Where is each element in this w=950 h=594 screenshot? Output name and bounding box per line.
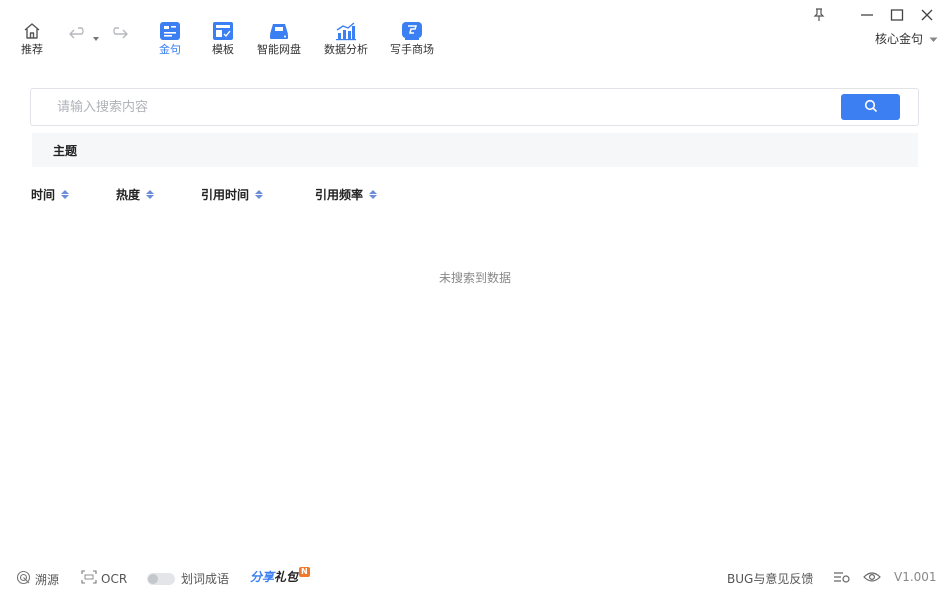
- nav-templates-label: 模板: [212, 43, 234, 56]
- nav-writer-mall[interactable]: 写手商场: [390, 20, 434, 57]
- redo-icon: [107, 26, 129, 46]
- search-input[interactable]: [31, 89, 831, 125]
- window-controls: [810, 6, 936, 26]
- search-icon: [864, 98, 878, 117]
- bottom-bar: 溯源 OCR 划词成语 分享 礼包 N BUG与意见反馈 V1.001: [0, 566, 950, 590]
- nav-writer-mall-label: 写手商场: [390, 43, 434, 56]
- reading-mode-button[interactable]: [833, 570, 851, 587]
- history-dropdown-icon[interactable]: [92, 27, 100, 46]
- nav-templates[interactable]: 模板: [211, 20, 235, 57]
- template-icon: [211, 20, 235, 42]
- nav-quotes-label: 金句: [159, 43, 181, 56]
- sort-citation-time-label: 引用时间: [201, 188, 250, 202]
- sort-time-label: 时间: [31, 188, 56, 202]
- home-icon: [20, 20, 44, 42]
- top-toolbar: 推荐 金句 模板 智能网盘 数据分析 写手商场 核心金句: [0, 0, 950, 70]
- idiom-toggle-label: 划词成语: [181, 572, 230, 586]
- source-label: 溯源: [35, 572, 60, 587]
- nav-data-analysis-label: 数据分析: [324, 43, 368, 56]
- cloud-disk-icon: [267, 20, 291, 42]
- writer-mall-icon: [400, 20, 424, 42]
- sort-time[interactable]: 时间: [31, 186, 116, 203]
- product-select-label: 核心金句: [874, 32, 923, 46]
- sort-citation-frequency-label: 引用频率: [315, 188, 364, 202]
- product-select[interactable]: 核心金句: [875, 30, 938, 47]
- undo-icon: [68, 26, 90, 46]
- minimize-icon: [860, 7, 874, 26]
- sort-citation-time[interactable]: 引用时间: [201, 186, 315, 203]
- back-button[interactable]: [68, 26, 100, 46]
- quote-card-icon: [158, 20, 182, 42]
- pin-icon: [812, 7, 826, 26]
- topic-bar: 主题: [32, 133, 918, 167]
- idiom-toggle[interactable]: 划词成语: [147, 570, 229, 587]
- version-label: V1.001: [894, 570, 937, 584]
- sort-arrows-icon: [61, 190, 70, 199]
- forward-button[interactable]: [107, 26, 129, 46]
- source-icon: [16, 570, 31, 588]
- reading-mode-icon: [833, 570, 851, 587]
- ocr-button[interactable]: OCR: [81, 570, 127, 587]
- sort-arrows-icon: [255, 190, 264, 199]
- sort-arrows-icon: [146, 190, 155, 199]
- chart-icon: [334, 20, 358, 42]
- share-gift-label-part2: 礼包: [274, 570, 299, 584]
- chevron-down-icon: [929, 32, 938, 46]
- pin-button[interactable]: [810, 6, 828, 26]
- sort-row: 时间 热度 引用时间 引用频率: [31, 186, 378, 203]
- ocr-icon: [81, 570, 97, 587]
- nav-data-analysis[interactable]: 数据分析: [324, 20, 368, 57]
- ocr-label: OCR: [101, 571, 128, 586]
- close-button[interactable]: [918, 6, 936, 26]
- feedback-link[interactable]: BUG与意见反馈: [727, 570, 813, 587]
- maximize-icon: [890, 7, 904, 26]
- nav-cloud-disk-label: 智能网盘: [257, 43, 301, 56]
- source-button[interactable]: 溯源: [16, 570, 59, 588]
- sort-popularity[interactable]: 热度: [116, 186, 201, 203]
- close-icon: [920, 7, 934, 26]
- tab-topic[interactable]: 主题: [53, 142, 77, 159]
- share-gift-link[interactable]: 分享 礼包 N: [250, 566, 310, 585]
- new-badge: N: [299, 566, 310, 577]
- search-button[interactable]: [841, 94, 900, 120]
- minimize-button[interactable]: [858, 6, 876, 26]
- maximize-button[interactable]: [888, 6, 906, 26]
- search-box: [30, 88, 919, 126]
- share-gift-label-part1: 分享: [250, 570, 275, 584]
- nav-quotes[interactable]: 金句: [158, 20, 182, 57]
- feedback-label: BUG与意见反馈: [727, 572, 814, 586]
- idiom-toggle-switch[interactable]: [147, 572, 175, 585]
- nav-recommend[interactable]: 推荐: [20, 20, 44, 57]
- sort-arrows-icon: [369, 190, 378, 199]
- eye-icon: [863, 570, 881, 587]
- sort-citation-frequency[interactable]: 引用频率: [315, 186, 378, 203]
- nav-recommend-label: 推荐: [21, 43, 43, 56]
- empty-message: 未搜索到数据: [438, 271, 511, 285]
- nav-cloud-disk[interactable]: 智能网盘: [257, 20, 301, 57]
- eye-care-button[interactable]: [863, 570, 881, 587]
- sort-popularity-label: 热度: [116, 188, 141, 202]
